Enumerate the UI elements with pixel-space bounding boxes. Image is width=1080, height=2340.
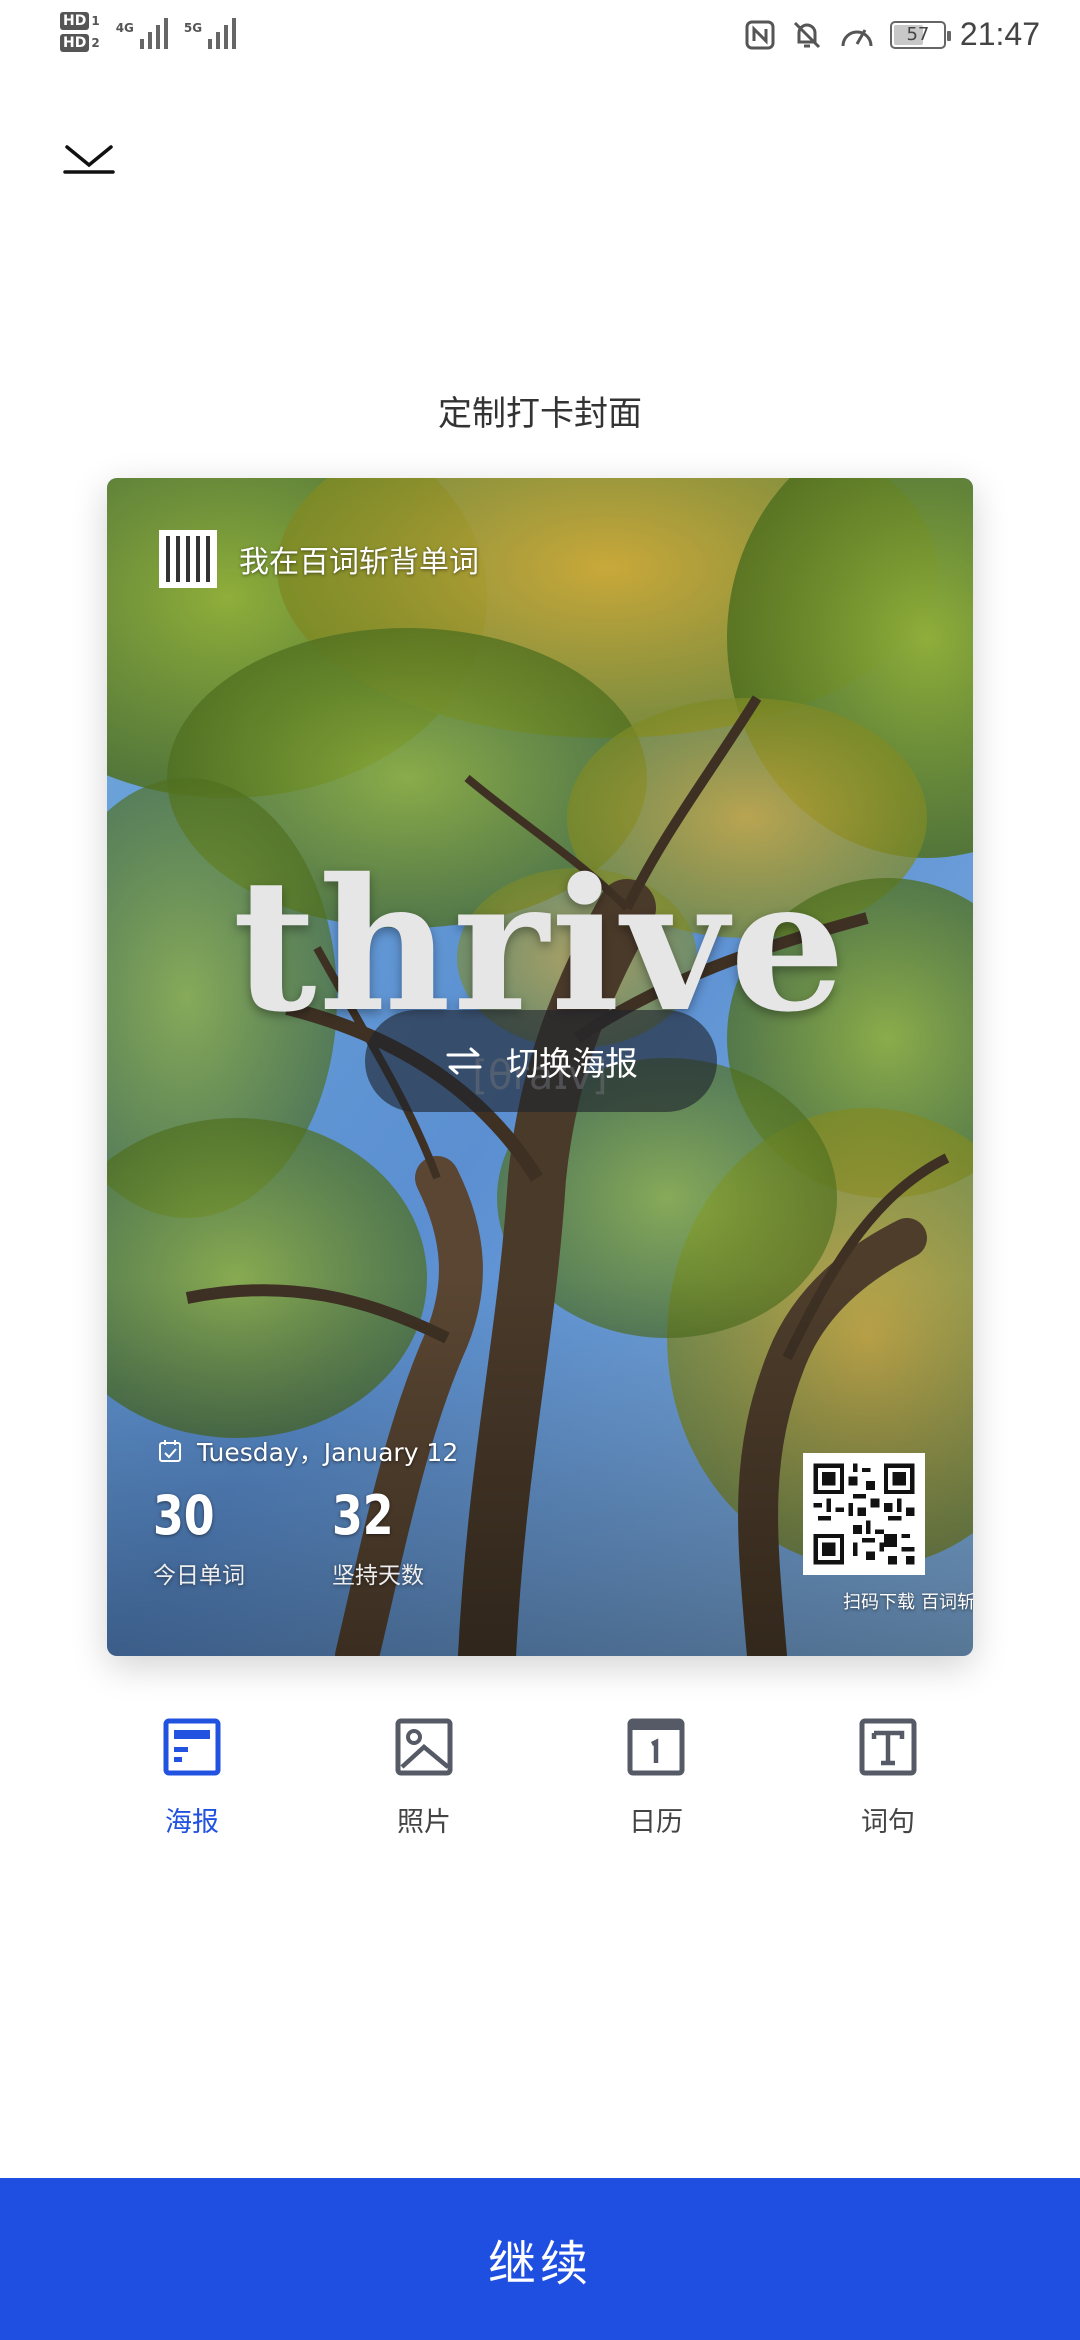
- battery-icon: 57: [889, 20, 951, 49]
- brand-text: 我在百词斩背单词: [239, 545, 479, 580]
- signal-2: 5G: [183, 15, 237, 49]
- poster-icon: [161, 1716, 223, 1778]
- calendar-check-icon: [159, 1440, 181, 1462]
- brand-logo-icon: [159, 530, 217, 588]
- tab-calendar-label: 日历: [629, 1807, 683, 1838]
- cover-type-tabs: 海报 照片 日历 词句: [0, 1716, 1080, 1856]
- tab-photo-label: 照片: [397, 1807, 451, 1838]
- poster-date: Tuesday，January 12: [197, 1438, 459, 1467]
- tab-text[interactable]: 词句: [808, 1716, 968, 1839]
- status-right: 57 21:47: [744, 16, 1040, 53]
- today-words-label: 今日单词: [153, 1563, 245, 1589]
- tab-poster[interactable]: 海报: [112, 1716, 272, 1839]
- speed-icon: [841, 28, 873, 46]
- hd2-sub: 2: [91, 36, 100, 50]
- hd1-sub: 1: [91, 14, 100, 28]
- tab-text-label: 词句: [861, 1807, 915, 1838]
- switch-poster-label: 切换海报: [506, 1044, 638, 1083]
- page: HD 1 HD 2 4G 5G 57 21:47 定制打卡封面 我在百词斩背单词…: [0, 0, 1080, 2340]
- qr-caption: 扫码下载 百词斩: [775, 1588, 973, 1614]
- switch-poster-button[interactable]: 切换海报: [365, 1010, 717, 1112]
- qr-code-icon: [803, 1453, 925, 1575]
- close-button[interactable]: [54, 134, 124, 184]
- status-time: 21:47: [959, 16, 1040, 52]
- calendar-icon: [625, 1716, 687, 1778]
- poster-preview: 我在百词斩背单词 thrive [θraɪv] 切换海报 Tuesday，Jan…: [107, 478, 973, 1656]
- hd1-label: HD: [60, 12, 90, 30]
- signal-1: 4G: [116, 15, 168, 49]
- streak-days-label: 坚持天数: [332, 1563, 424, 1589]
- qr-code: [803, 1453, 925, 1579]
- tab-poster-label: 海报: [165, 1807, 219, 1838]
- today-words-stat: 30 今日单词: [153, 1486, 245, 1590]
- photo-icon: [393, 1716, 455, 1778]
- today-words-count: 30: [153, 1484, 215, 1547]
- streak-days-count: 32: [332, 1484, 394, 1547]
- chevron-down-icon: [63, 145, 115, 174]
- continue-button[interactable]: 继续: [0, 2178, 1080, 2340]
- tab-photo[interactable]: 照片: [344, 1716, 504, 1839]
- streak-days-stat: 32 坚持天数: [332, 1486, 424, 1590]
- signal-bars-1-icon: [139, 15, 168, 49]
- swap-icon: [446, 1047, 482, 1075]
- page-title: 定制打卡封面: [438, 394, 642, 434]
- poster-date-row: Tuesday，January 12: [157, 1433, 458, 1469]
- poster-brand: 我在百词斩背单词: [159, 530, 479, 588]
- network-type-2: 5G: [183, 21, 203, 35]
- signal-bars-2-icon: [208, 15, 237, 49]
- network-type-1: 4G: [115, 21, 134, 35]
- bell-muted-icon: [793, 21, 820, 48]
- hd-badges: HD 1 HD 2: [60, 12, 100, 52]
- tab-calendar[interactable]: 日历: [576, 1716, 736, 1839]
- nfc-icon: [745, 20, 775, 49]
- status-bar: HD 1 HD 2 4G 5G 57 21:47: [0, 0, 1080, 80]
- qr-caption-right: 百词斩: [921, 1592, 973, 1613]
- status-left: HD 1 HD 2 4G 5G: [60, 12, 237, 52]
- hd2-badge: HD 2: [60, 34, 100, 52]
- qr-caption-left: 扫码下载: [843, 1592, 915, 1613]
- battery-level: 57: [906, 24, 930, 45]
- hd2-label: HD: [60, 34, 90, 52]
- hd1-badge: HD 1: [60, 12, 100, 30]
- text-icon: [857, 1716, 919, 1778]
